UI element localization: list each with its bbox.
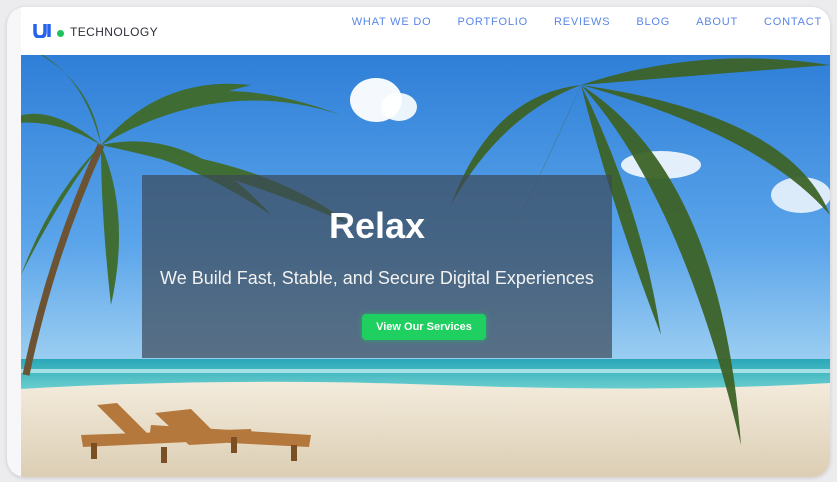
hero-overlay: Relax We Build Fast, Stable, and Secure …	[142, 175, 612, 358]
browser-frame: TECHNOLOGY WHAT WE DO PORTFOLIO REVIEWS …	[7, 7, 830, 477]
view-services-button[interactable]: View Our Services	[362, 314, 486, 340]
logo-text: TECHNOLOGY	[70, 25, 159, 39]
logo-mark-icon	[33, 23, 51, 38]
nav-item-about[interactable]: ABOUT	[696, 16, 738, 28]
hero-subtitle: We Build Fast, Stable, and Secure Digita…	[160, 268, 594, 288]
main-nav: WHAT WE DO PORTFOLIO REVIEWS BLOG ABOUT …	[352, 16, 822, 28]
nav-item-contact[interactable]: CONTACT	[764, 16, 822, 28]
site-logo[interactable]: TECHNOLOGY	[33, 22, 158, 39]
logo-dot-icon	[57, 29, 64, 37]
nav-item-portfolio[interactable]: PORTFOLIO	[457, 16, 528, 28]
nav-item-blog[interactable]: BLOG	[636, 16, 670, 28]
hero-title: Relax	[328, 205, 426, 246]
nav-item-reviews[interactable]: REVIEWS	[554, 16, 610, 28]
site-header: TECHNOLOGY WHAT WE DO PORTFOLIO REVIEWS …	[21, 7, 830, 55]
nav-item-what-we-do[interactable]: WHAT WE DO	[352, 16, 432, 28]
hero-section: Relax We Build Fast, Stable, and Secure …	[21, 55, 830, 477]
